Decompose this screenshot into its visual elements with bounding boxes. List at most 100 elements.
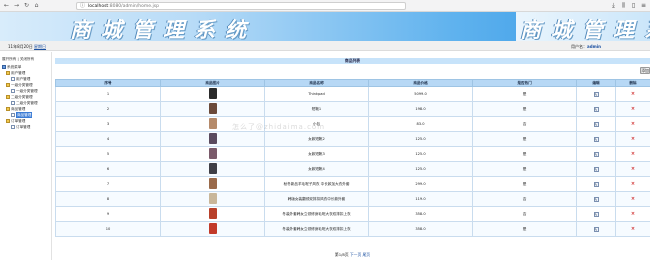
delete-icon[interactable]: × bbox=[631, 196, 636, 202]
delete-icon[interactable]: × bbox=[631, 166, 636, 172]
cell-delete[interactable]: × bbox=[615, 116, 650, 132]
reload-icon[interactable]: ↻ bbox=[23, 2, 30, 9]
menu-icon[interactable]: ≡ bbox=[640, 2, 647, 9]
sidebar-icon[interactable]: ▯ bbox=[630, 2, 637, 9]
cell-delete[interactable]: × bbox=[615, 161, 650, 177]
cell-edit[interactable]: ✎ bbox=[576, 221, 616, 237]
delete-icon[interactable]: × bbox=[631, 91, 636, 97]
address-bar[interactable]: ⓘ localhost:8080/admin/home.jsp bbox=[76, 2, 406, 10]
cell-hot: 是 bbox=[472, 221, 577, 237]
cell-no: 9 bbox=[55, 206, 161, 222]
delete-icon[interactable]: × bbox=[631, 211, 636, 217]
tree-node-label: 订单管理 bbox=[16, 125, 31, 129]
folder-icon bbox=[6, 119, 10, 123]
cell-name: 女款短靴2 bbox=[264, 131, 369, 147]
cell-delete[interactable]: × bbox=[615, 191, 650, 207]
cell-image bbox=[160, 206, 265, 222]
cell-name: 冬装外套韩女立领修身毛呢大衣双排扣上衣 bbox=[264, 206, 369, 222]
pager-last-link[interactable]: 尾页 bbox=[362, 252, 370, 257]
weekday-link[interactable]: 星期日 bbox=[34, 44, 46, 49]
cell-delete[interactable]: × bbox=[615, 131, 650, 147]
edit-icon[interactable]: ✎ bbox=[593, 226, 599, 232]
edit-icon[interactable]: ✎ bbox=[593, 211, 599, 217]
edit-icon[interactable]: ✎ bbox=[593, 196, 599, 202]
cell-edit[interactable]: ✎ bbox=[576, 191, 616, 207]
delete-icon[interactable]: × bbox=[631, 226, 636, 232]
cell-no: 10 bbox=[55, 221, 161, 237]
cell-image bbox=[160, 161, 265, 177]
table-row: 3 小包 83.0 否 ✎ × bbox=[55, 116, 650, 132]
home-icon[interactable]: ⌂ bbox=[33, 2, 40, 9]
cell-delete[interactable]: × bbox=[615, 101, 650, 117]
delete-icon[interactable]: × bbox=[631, 181, 636, 187]
cell-delete[interactable]: × bbox=[615, 146, 650, 162]
col-header-edit: 编辑 bbox=[576, 79, 616, 87]
tree-node[interactable]: 订单管理 bbox=[2, 124, 38, 130]
cell-no: 7 bbox=[55, 176, 161, 192]
cell-edit[interactable]: ✎ bbox=[576, 131, 616, 147]
edit-icon[interactable]: ✎ bbox=[593, 91, 599, 97]
doc-icon bbox=[11, 77, 15, 81]
download-icon[interactable]: ⤓ bbox=[610, 2, 617, 9]
user-name: admin bbox=[587, 44, 601, 49]
table-row: 7 秋冬新品羊毛呢子风衣 中长款加大衣外套 299.0 是 ✎ × bbox=[55, 176, 650, 192]
cell-delete[interactable]: × bbox=[615, 221, 650, 237]
table-row: 5 女款短靴3 125.0 是 ✎ × bbox=[55, 146, 650, 162]
cell-name: 秋冬新品羊毛呢子风衣 中长款加大衣外套 bbox=[264, 176, 369, 192]
cell-price: 125.0 bbox=[368, 146, 473, 162]
cell-delete[interactable]: × bbox=[615, 176, 650, 192]
cell-image bbox=[160, 101, 265, 117]
delete-icon[interactable]: × bbox=[631, 136, 636, 142]
cell-edit[interactable]: ✎ bbox=[576, 86, 616, 102]
cell-image bbox=[160, 131, 265, 147]
cell-price: 358.0 bbox=[368, 206, 473, 222]
cell-price: 5099.0 bbox=[368, 86, 473, 102]
cell-hot: 是 bbox=[472, 131, 577, 147]
cell-delete[interactable]: × bbox=[615, 206, 650, 222]
cell-hot: 是 bbox=[472, 176, 577, 192]
edit-icon[interactable]: ✎ bbox=[593, 166, 599, 172]
cell-delete[interactable]: × bbox=[615, 86, 650, 102]
tree-expand-collapse-links[interactable]: 展开所有 | 关闭所有 bbox=[2, 57, 34, 62]
col-header-delete: 删除 bbox=[615, 79, 650, 87]
date-display: 11年8月20日 星期日 bbox=[8, 44, 46, 50]
delete-icon[interactable]: × bbox=[631, 151, 636, 157]
edit-icon[interactable]: ✎ bbox=[593, 181, 599, 187]
browser-toolbar: ← → ↻ ⌂ ⓘ localhost:8080/admin/home.jsp … bbox=[0, 0, 650, 12]
cell-edit[interactable]: ✎ bbox=[576, 146, 616, 162]
back-arrow-icon[interactable]: ← bbox=[3, 2, 10, 9]
edit-icon[interactable]: ✎ bbox=[593, 121, 599, 127]
cell-hot: 否 bbox=[472, 116, 577, 132]
edit-icon[interactable]: ✎ bbox=[593, 136, 599, 142]
cell-edit[interactable]: ✎ bbox=[576, 161, 616, 177]
doc-icon bbox=[11, 101, 15, 105]
delete-icon[interactable]: × bbox=[631, 106, 636, 112]
product-thumbnail bbox=[208, 88, 217, 99]
info-bar: 11年8月20日 星期日 用户名：admin bbox=[0, 41, 650, 51]
cell-edit[interactable]: ✎ bbox=[576, 101, 616, 117]
cell-image bbox=[160, 221, 265, 237]
folder-icon bbox=[6, 83, 10, 87]
cell-price: 299.0 bbox=[368, 176, 473, 192]
cell-no: 4 bbox=[55, 131, 161, 147]
library-icon[interactable]: ⫼ bbox=[620, 2, 627, 9]
delete-icon[interactable]: × bbox=[631, 121, 636, 127]
cell-edit[interactable]: ✎ bbox=[576, 116, 616, 132]
sidebar: 展开所有 | 关闭所有 系统菜单 用户管理 用户管理 一级分类管理 一级分类管理 二级分类… bbox=[0, 52, 52, 260]
pager-next-link[interactable]: 下一页 bbox=[350, 252, 361, 257]
cell-hot: 否 bbox=[472, 206, 577, 222]
cell-hot: 是 bbox=[472, 101, 577, 117]
product-thumbnail bbox=[208, 193, 217, 204]
table-row: 8 韩版女装翻领双排扣风衣中长款外套 119.0 否 ✎ × bbox=[55, 191, 650, 207]
cell-name: Thinkpad bbox=[264, 86, 369, 102]
root-icon bbox=[2, 65, 6, 69]
cell-image bbox=[160, 146, 265, 162]
forward-arrow-icon[interactable]: → bbox=[13, 2, 20, 9]
banner-title: 商城管理系统 bbox=[70, 17, 256, 41]
edit-icon[interactable]: ✎ bbox=[593, 151, 599, 157]
cell-edit[interactable]: ✎ bbox=[576, 206, 616, 222]
cell-edit[interactable]: ✎ bbox=[576, 176, 616, 192]
edit-icon[interactable]: ✎ bbox=[593, 106, 599, 112]
add-button[interactable]: 添加 bbox=[640, 67, 650, 74]
info-icon[interactable]: ⓘ bbox=[80, 3, 86, 9]
